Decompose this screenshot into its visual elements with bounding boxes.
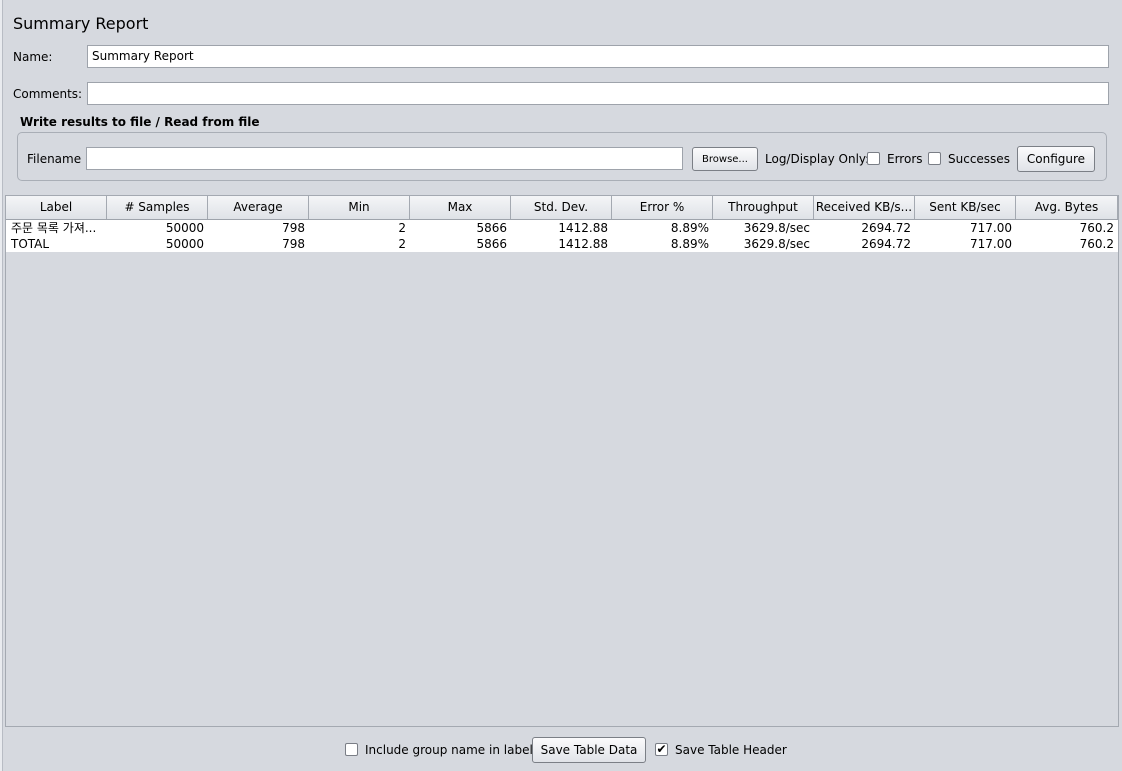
column-header[interactable]: Throughput xyxy=(713,196,814,219)
file-section-title: Write results to file / Read from file xyxy=(20,115,260,129)
table-cell: 5866 xyxy=(476,221,507,235)
column-header[interactable]: Max xyxy=(410,196,511,219)
table-cell: 717.00 xyxy=(970,221,1012,235)
table-cell: 8.89% xyxy=(670,237,709,251)
column-header[interactable]: Label xyxy=(6,196,107,219)
table-cell: 50000 xyxy=(165,221,204,235)
table-cell: 주문 목록 가져... xyxy=(11,221,97,235)
table-row[interactable]: 주문 목록 가져... 50000 798 2 5866 1412.88 8.89% 3629… xyxy=(6,220,1118,236)
browse-button[interactable]: Browse... xyxy=(692,147,758,171)
column-header[interactable]: Sent KB/sec xyxy=(915,196,1016,219)
column-header[interactable]: Received KB/s... xyxy=(814,196,915,219)
table-cell: 8.89% xyxy=(670,221,709,235)
name-label: Name: xyxy=(13,50,53,64)
table-cell: 3629.8/sec xyxy=(743,237,810,251)
errors-label: Errors xyxy=(887,152,923,166)
table-cell: TOTAL xyxy=(11,237,50,251)
column-header[interactable]: # Samples xyxy=(107,196,208,219)
save-table-data-button[interactable]: Save Table Data xyxy=(532,737,646,763)
filename-field[interactable] xyxy=(86,147,683,170)
errors-checkbox[interactable] xyxy=(867,152,880,165)
column-header[interactable]: Min xyxy=(309,196,410,219)
save-table-header-checkbox[interactable]: ✔ xyxy=(655,743,668,756)
table-body: 주문 목록 가져... 50000 798 2 5866 1412.88 8.89% 3629… xyxy=(6,220,1118,252)
filename-label: Filename xyxy=(27,152,82,166)
table-cell: 798 xyxy=(282,221,305,235)
table-row[interactable]: TOTAL 50000 798 2 5866 1412.88 8.89% 3629.8/sec… xyxy=(6,236,1118,252)
include-group-label: Include group name in label? xyxy=(365,743,540,757)
panel-title: Summary Report xyxy=(13,14,149,33)
table-cell: 5866 xyxy=(476,237,507,251)
results-table[interactable]: Label # Samples Average Min Max Std. Dev. Erro… xyxy=(5,195,1119,727)
column-header[interactable]: Std. Dev. xyxy=(511,196,612,219)
save-table-header-label: Save Table Header xyxy=(675,743,787,757)
column-header[interactable]: Average xyxy=(208,196,309,219)
configure-button[interactable]: Configure xyxy=(1017,146,1095,172)
table-cell: 760.2 xyxy=(1079,221,1114,235)
window-edge xyxy=(0,0,3,771)
table-cell: 1412.88 xyxy=(558,221,608,235)
log-display-label: Log/Display Only: xyxy=(765,152,870,166)
comments-field[interactable] xyxy=(87,82,1109,105)
table-cell: 2694.72 xyxy=(861,221,911,235)
table-cell: 50000 xyxy=(165,237,204,251)
footer-bar: Include group name in label? Save Table … xyxy=(0,727,1122,771)
successes-label: Successes xyxy=(948,152,1010,166)
table-cell: 760.2 xyxy=(1079,237,1114,251)
include-group-checkbox[interactable] xyxy=(345,743,358,756)
column-header[interactable]: Avg. Bytes xyxy=(1016,196,1118,219)
table-cell: 2 xyxy=(398,237,406,251)
name-field[interactable]: Summary Report xyxy=(87,45,1109,68)
table-cell: 717.00 xyxy=(970,237,1012,251)
table-cell: 2694.72 xyxy=(861,237,911,251)
column-header[interactable]: Error % xyxy=(612,196,713,219)
table-header: Label # Samples Average Min Max Std. Dev. Erro… xyxy=(6,196,1118,220)
table-cell: 1412.88 xyxy=(558,237,608,251)
table-cell: 3629.8/sec xyxy=(743,221,810,235)
table-cell: 798 xyxy=(282,237,305,251)
comments-label: Comments: xyxy=(13,87,83,101)
table-cell: 2 xyxy=(398,221,406,235)
successes-checkbox[interactable] xyxy=(928,152,941,165)
